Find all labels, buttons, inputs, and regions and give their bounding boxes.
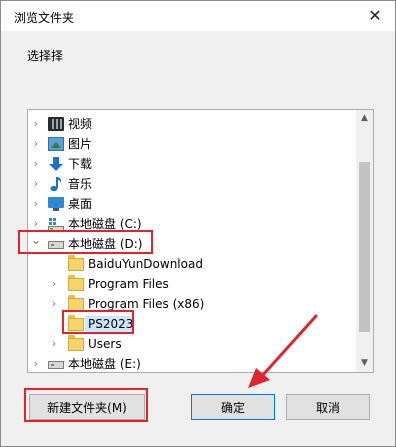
annotation-arrow <box>248 314 318 388</box>
